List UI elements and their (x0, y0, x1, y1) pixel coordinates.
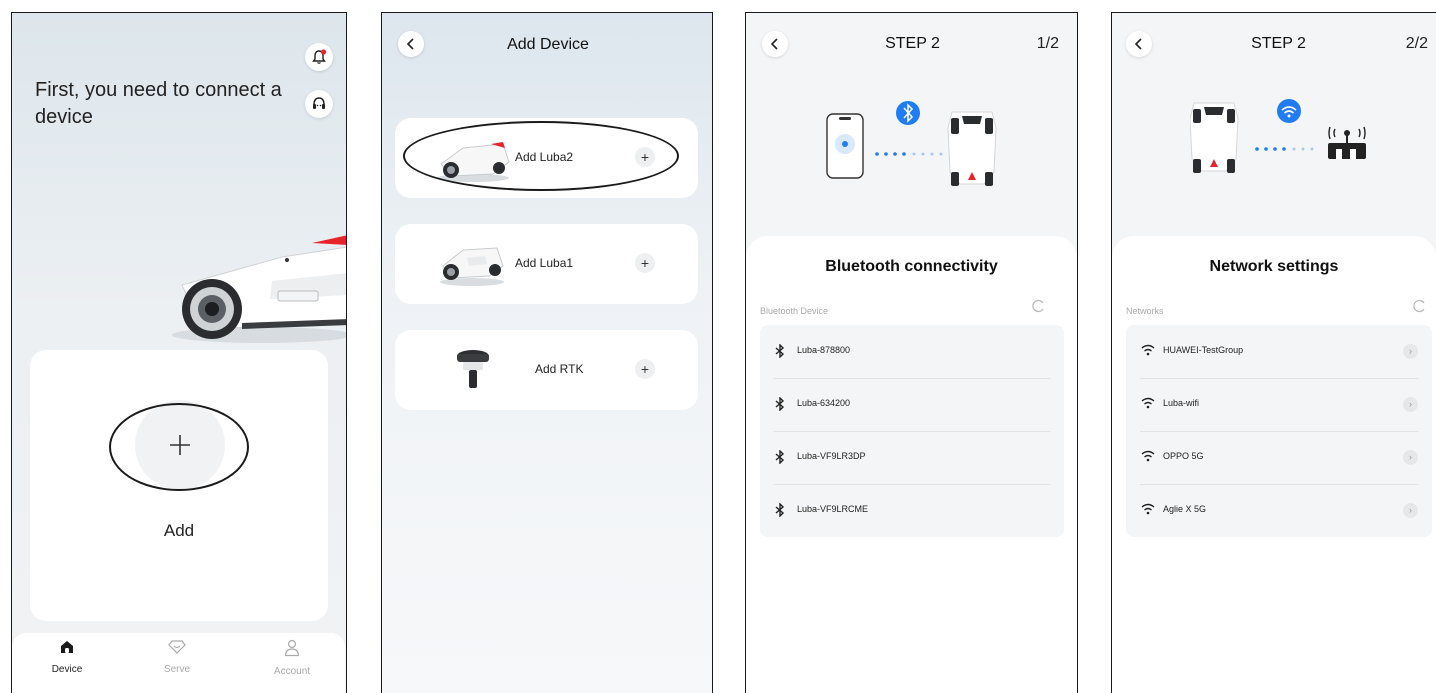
device-name: Luba-878800 (797, 345, 851, 355)
bluetooth-icon (775, 503, 785, 517)
bluetooth-icon (775, 344, 785, 358)
add-label: Add (163, 521, 195, 540)
tab-account-label: Account (273, 666, 311, 677)
chevron-right-icon: › (1403, 503, 1418, 518)
highlight-ellipse (109, 403, 249, 491)
diamond-icon (168, 640, 186, 654)
wifi-icon (1141, 503, 1155, 515)
network-name: HUAWEI-TestGroup (1163, 345, 1244, 355)
list-item[interactable]: Luba-878800 (760, 325, 1064, 378)
tab-serve[interactable]: Serve (137, 639, 217, 675)
customer-support-button[interactable] (305, 90, 333, 118)
person-icon (284, 639, 300, 657)
network-step-screen: STEP 2 2/2 Network settings Networks HUA… (1111, 12, 1436, 693)
wifi-icon (1141, 344, 1155, 356)
add-device-card: Add (30, 350, 328, 621)
step-indicator: 2/2 (1405, 35, 1428, 52)
network-sheet: Network settings Networks HUAWEI-TestGro… (1112, 236, 1436, 693)
step-indicator: 1/2 (1036, 35, 1059, 52)
headset-icon (313, 97, 325, 109)
refresh-icon (1413, 299, 1425, 313)
bell-icon (312, 49, 327, 64)
bottom-tab-bar: Device Serve Account (12, 633, 345, 693)
home-icon (61, 641, 73, 653)
chevron-right-icon: › (1403, 344, 1418, 359)
device-card-luba1[interactable]: Add Luba1 + (395, 224, 698, 304)
bluetooth-icon (775, 397, 785, 411)
tab-account[interactable]: Account (252, 639, 332, 677)
list-item[interactable]: Luba-634200 (760, 378, 1064, 431)
wifi-icon (1141, 397, 1155, 409)
network-name: OPPO 5G (1163, 451, 1204, 461)
chevron-right-icon: › (1403, 397, 1418, 412)
device-name: Luba-VF9LR3DP (797, 451, 866, 461)
section-label: Bluetooth Device (760, 306, 829, 316)
list-item[interactable]: Luba-wifi › (1126, 378, 1432, 431)
device-name: Luba-VF9LRCME (797, 504, 869, 514)
luba1-mower-image (440, 247, 504, 286)
refresh-icon (1032, 299, 1044, 313)
network-name: Aglie X 5G (1163, 504, 1207, 514)
rtk-station-image (457, 350, 489, 388)
refresh-button[interactable] (1412, 299, 1426, 318)
page-title: STEP 2 (1251, 35, 1306, 52)
add-rtk-plus-button[interactable]: + (635, 359, 655, 379)
bluetooth-sheet: Bluetooth connectivity Bluetooth Device … (746, 236, 1077, 693)
tab-serve-label: Serve (163, 664, 191, 675)
bluetooth-device-list: Luba-878800 Luba-634200 Luba-VF9LR3DP Lu… (760, 325, 1064, 537)
add-device-screen: Add Device Add Luba2 + Add Luba1 + Add R… (381, 12, 713, 693)
bluetooth-pairing-illustration (826, 101, 997, 186)
device-name: Luba-634200 (797, 398, 851, 408)
tab-device[interactable]: Device (27, 639, 107, 675)
refresh-button[interactable] (1031, 299, 1045, 318)
page-heading: First, you need to connect a device (35, 79, 282, 128)
sheet-title: Network settings (1209, 258, 1339, 275)
add-luba1-plus-button[interactable]: + (635, 253, 655, 273)
sheet-title: Bluetooth connectivity (825, 258, 998, 275)
device-card-label: Add Luba1 (515, 256, 574, 270)
mower-illustration (172, 235, 346, 343)
list-item[interactable]: HUAWEI-TestGroup › (1126, 325, 1432, 378)
bluetooth-step-screen: STEP 2 1/2 Bluetooth connectivity Blueto… (745, 12, 1078, 693)
page-title: STEP 2 (885, 35, 940, 52)
list-item[interactable]: OPPO 5G › (1126, 431, 1432, 484)
tab-device-label: Device (51, 664, 83, 675)
list-item[interactable]: Luba-VF9LRCME (760, 484, 1064, 537)
section-label: Networks (1126, 306, 1164, 316)
highlight-ellipse (403, 121, 679, 191)
device-card-luba2[interactable]: Add Luba2 + (395, 118, 698, 198)
home-screen: First, you need to connect a device Add (11, 12, 347, 693)
list-item[interactable]: Aglie X 5G › (1126, 484, 1432, 537)
wifi-icon (1141, 450, 1155, 462)
device-card-label: Add RTK (535, 362, 584, 376)
network-pairing-illustration (1190, 99, 1366, 173)
network-list: HUAWEI-TestGroup › Luba-wifi › OPPO 5G ›… (1126, 325, 1432, 537)
notification-bell-button[interactable] (305, 43, 333, 71)
chevron-right-icon: › (1403, 450, 1418, 465)
page-title: Add Device (507, 36, 589, 53)
list-item[interactable]: Luba-VF9LR3DP (760, 431, 1064, 484)
device-card-rtk[interactable]: Add RTK + (395, 330, 698, 410)
network-name: Luba-wifi (1163, 398, 1200, 408)
bluetooth-icon (775, 450, 785, 464)
